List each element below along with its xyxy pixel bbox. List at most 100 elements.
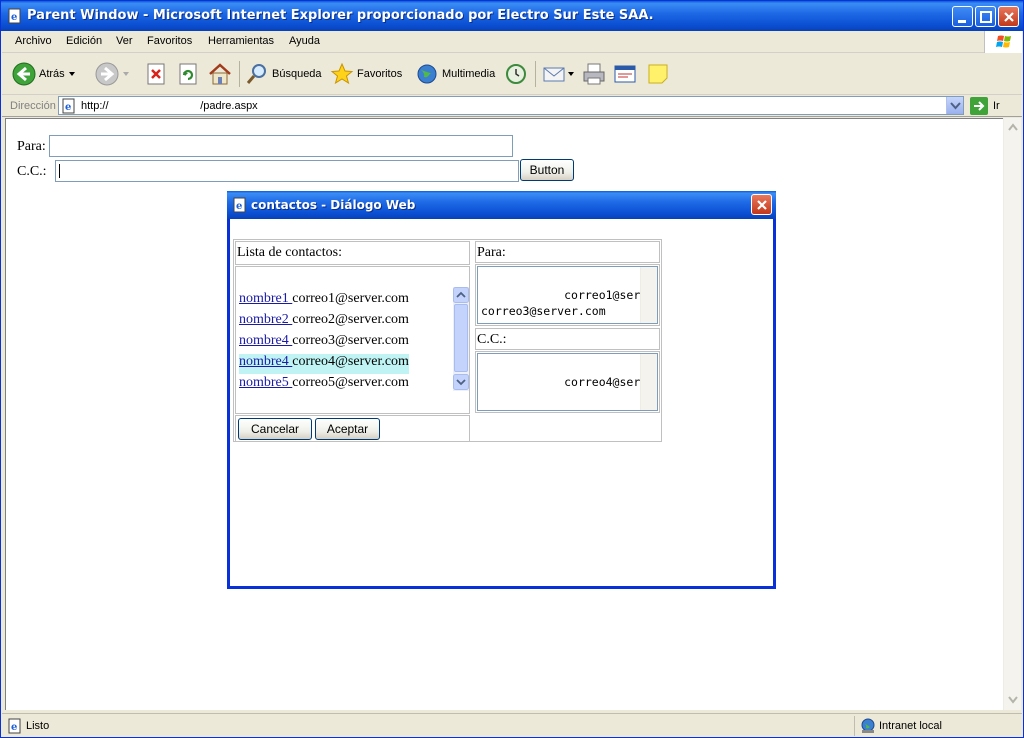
- chevron-down-icon: [950, 102, 961, 110]
- windows-flag-icon: [996, 35, 1011, 48]
- list-item[interactable]: nombre2 correo2@server.com: [239, 312, 409, 332]
- page-vertical-scrollbar[interactable]: [1003, 118, 1021, 710]
- svg-text:e: e: [236, 201, 242, 212]
- menu-bar: Archivo Edición Ver Favoritos Herramient…: [2, 31, 1022, 53]
- refresh-icon: [179, 63, 197, 85]
- dialog-title: contactos - Diálogo Web: [251, 198, 416, 212]
- para-textarea[interactable]: correo1@server.com; correo3@server.com: [477, 266, 658, 324]
- menu-favoritos[interactable]: Favoritos: [147, 35, 192, 47]
- dialog-close-button[interactable]: [751, 194, 772, 215]
- menu-archivo[interactable]: Archivo: [15, 35, 52, 47]
- maximize-icon: [980, 11, 992, 23]
- address-input[interactable]: e http:// /padre.aspx: [58, 96, 964, 115]
- contact-email: correo2@server.com: [292, 312, 409, 327]
- close-icon: [757, 200, 767, 210]
- contact-email: correo5@server.com: [292, 375, 409, 390]
- intranet-globe-icon: [861, 718, 875, 733]
- contact-name-link[interactable]: nombre5: [239, 375, 292, 390]
- stop-icon: [147, 63, 165, 85]
- media-label: Multimedia: [442, 68, 496, 80]
- minimize-button[interactable]: [952, 6, 973, 27]
- list-item[interactable]: nombre1 correo1@server.com: [239, 291, 409, 311]
- close-window-button[interactable]: [998, 6, 1019, 27]
- menu-ver[interactable]: Ver: [116, 35, 133, 47]
- ie-page-icon: e: [233, 197, 246, 213]
- address-dropdown-button[interactable]: [946, 97, 963, 114]
- back-button[interactable]: Atrás: [12, 61, 79, 87]
- forward-arrow-icon: [95, 62, 119, 86]
- address-value: http:// /padre.aspx: [81, 100, 258, 112]
- menu-herramientas[interactable]: Herramientas: [208, 35, 274, 47]
- stop-button[interactable]: [145, 61, 167, 87]
- ie-window: e Parent Window - Microsoft Internet Exp…: [0, 0, 1024, 738]
- home-icon: [209, 63, 231, 85]
- go-label: Ir: [993, 100, 1000, 112]
- status-text: Listo: [26, 720, 50, 732]
- menu-edicion[interactable]: Edición: [66, 35, 102, 47]
- cc-textarea[interactable]: correo4@server.com: [477, 353, 658, 411]
- textarea-scrollbar[interactable]: [640, 354, 657, 410]
- list-header: Lista de contactos:: [237, 245, 342, 260]
- toolbar-separator: [535, 61, 536, 87]
- refresh-button[interactable]: [177, 61, 199, 87]
- menu-ayuda[interactable]: Ayuda: [289, 35, 320, 47]
- scroll-down-icon: [453, 374, 469, 390]
- address-label: Dirección: [10, 100, 56, 112]
- home-button[interactable]: [207, 61, 233, 87]
- title-bar[interactable]: e Parent Window - Microsoft Internet Exp…: [1, 1, 1023, 31]
- search-icon: [246, 64, 266, 84]
- search-button[interactable]: Búsqueda: [245, 61, 322, 87]
- go-button[interactable]: Ir: [970, 97, 1000, 115]
- scroll-thumb[interactable]: [454, 304, 468, 372]
- dropdown-arrow-icon: [568, 72, 574, 76]
- dropdown-arrow-icon: [68, 72, 75, 76]
- favorites-label: Favoritos: [357, 68, 403, 80]
- search-label: Búsqueda: [272, 68, 322, 80]
- contact-name-link[interactable]: nombre2: [239, 312, 292, 327]
- contact-name-link[interactable]: nombre4: [239, 333, 292, 348]
- address-bar: Dirección e http:// /padre.aspx Ir: [2, 95, 1022, 117]
- cc-textarea-cell: correo4@server.com: [475, 351, 660, 413]
- contacts-scrollbar[interactable]: [453, 287, 469, 391]
- contacts-list-cell: nombre1 correo1@server.com nombre2 corre…: [235, 266, 470, 414]
- notes-button[interactable]: [646, 61, 670, 87]
- text-cursor: [59, 164, 60, 178]
- dialog-title-bar[interactable]: e contactos - Diálogo Web: [227, 191, 776, 219]
- list-item[interactable]: nombre4 correo3@server.com: [239, 333, 409, 353]
- buttons-cell: Cancelar Aceptar: [235, 415, 470, 442]
- toolbar-separator: [239, 61, 240, 87]
- history-button[interactable]: [504, 61, 528, 87]
- cc-input[interactable]: [55, 160, 519, 182]
- page-button[interactable]: Button: [520, 159, 574, 181]
- zone-text: Intranet local: [879, 720, 942, 732]
- dialog-cc-label: C.C.:: [477, 332, 507, 347]
- status-bar: e Listo Intranet local: [2, 713, 1022, 737]
- textarea-scrollbar[interactable]: [640, 267, 657, 323]
- contact-email: correo3@server.com: [292, 333, 409, 348]
- edit-button[interactable]: [613, 61, 637, 87]
- dialog-para-label: Para:: [477, 245, 506, 260]
- favorites-button[interactable]: Favoritos: [330, 61, 402, 87]
- standard-toolbar: Atrás Búsqueda Favoritos Multimedia: [2, 53, 1022, 95]
- para-input[interactable]: [49, 135, 513, 157]
- media-globe-icon: [417, 64, 437, 84]
- sticky-note-icon: [648, 64, 668, 84]
- list-item[interactable]: nombre5 correo5@server.com: [239, 375, 409, 395]
- forward-button[interactable]: [95, 61, 133, 87]
- ie-page-icon: e: [8, 8, 21, 24]
- mail-button[interactable]: [542, 61, 576, 87]
- print-button[interactable]: [582, 61, 606, 87]
- cancel-button[interactable]: Cancelar: [238, 418, 312, 440]
- accept-button[interactable]: Aceptar: [315, 418, 380, 440]
- close-icon: [1004, 12, 1014, 22]
- media-button[interactable]: Multimedia: [415, 61, 495, 87]
- back-label: Atrás: [39, 68, 65, 80]
- history-clock-icon: [506, 64, 526, 84]
- printer-icon: [583, 63, 605, 85]
- maximize-button[interactable]: [975, 6, 996, 27]
- contact-email: correo1@server.com: [292, 291, 409, 306]
- list-item-selected[interactable]: nombre4 correo4@server.com: [239, 354, 409, 374]
- contact-name-link[interactable]: nombre1: [239, 291, 292, 306]
- para-textarea-cell: correo1@server.com; correo3@server.com: [475, 264, 660, 326]
- contact-name-link[interactable]: nombre4: [239, 354, 292, 369]
